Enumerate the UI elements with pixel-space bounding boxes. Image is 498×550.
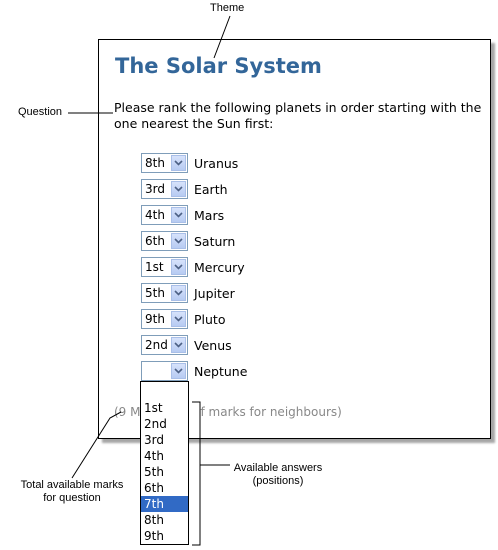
position-select-value: 6th [145, 234, 165, 248]
dropdown-option[interactable]: 2nd [141, 416, 188, 432]
position-select-value: 8th [145, 156, 165, 170]
position-select-value: 5th [145, 286, 165, 300]
planet-label: Venus [194, 337, 232, 353]
answer-row: 3rd Earth [141, 179, 228, 199]
answer-row: 1st Mercury [141, 257, 245, 277]
chevron-down-icon[interactable] [171, 259, 186, 275]
planet-label: Saturn [194, 233, 236, 249]
chevron-down-icon[interactable] [171, 181, 186, 197]
quiz-panel: The Solar System Please rank the followi… [98, 39, 491, 439]
chevron-down-icon[interactable] [171, 233, 186, 249]
chevron-down-icon[interactable] [171, 207, 186, 223]
chevron-down-icon[interactable] [171, 285, 186, 301]
position-select-value: 3rd [145, 182, 165, 196]
chevron-down-icon[interactable] [171, 155, 186, 171]
chevron-down-icon[interactable] [171, 337, 186, 353]
dropdown-option[interactable]: 3rd [141, 432, 188, 448]
dropdown-option[interactable]: 5th [141, 464, 188, 480]
position-select-value: 4th [145, 208, 165, 222]
position-select[interactable]: 2nd [141, 335, 188, 355]
answer-row: 6th Saturn [141, 231, 235, 251]
answer-row: 4th Mars [141, 205, 224, 225]
quiz-title: The Solar System [115, 54, 322, 78]
dropdown-option[interactable]: 4th [141, 448, 188, 464]
answer-row: Neptune [141, 361, 247, 381]
dropdown-option[interactable]: 9th [141, 528, 188, 544]
dropdown-option[interactable]: 1st [141, 400, 188, 416]
position-select-value: 1st [145, 260, 164, 274]
position-select[interactable] [141, 361, 188, 381]
position-select[interactable]: 3rd [141, 179, 188, 199]
answer-row: 5th Jupiter [141, 283, 235, 303]
position-select-value: 2nd [145, 338, 168, 352]
planet-label: Earth [194, 181, 228, 197]
callout-theme: Theme [210, 2, 245, 14]
planet-label: Pluto [194, 311, 226, 327]
position-select[interactable]: 9th [141, 309, 188, 329]
callout-total-marks: Total available marks for question [20, 479, 124, 504]
answer-row: 2nd Venus [141, 335, 232, 355]
dropdown-option[interactable]: 8th [141, 512, 188, 528]
planet-label: Mercury [194, 259, 245, 275]
marks-note-left: (9 M [114, 405, 141, 419]
answer-row: 9th Pluto [141, 309, 225, 329]
callout-available-answers: Available answers (positions) [233, 462, 323, 487]
marks-note-right: f marks for neighbours) [200, 405, 342, 419]
position-dropdown-list[interactable]: 1st 2nd 3rd 4th 5th 6th 7th 8th 9th [140, 381, 189, 545]
planet-label: Jupiter [194, 285, 235, 301]
dropdown-option[interactable]: 7th [141, 496, 188, 512]
position-select[interactable]: 1st [141, 257, 188, 277]
callout-question: Question [18, 106, 63, 118]
position-select[interactable]: 4th [141, 205, 188, 225]
answer-row: 8th Uranus [141, 153, 238, 173]
chevron-down-icon[interactable] [171, 363, 186, 379]
chevron-down-icon[interactable] [171, 311, 186, 327]
planet-label: Mars [194, 207, 225, 223]
question-text: Please rank the following planets in ord… [114, 100, 482, 131]
position-select[interactable]: 5th [141, 283, 188, 303]
planet-label: Neptune [194, 363, 248, 379]
position-select-value: 9th [145, 312, 165, 326]
dropdown-option[interactable]: 6th [141, 480, 188, 496]
position-select[interactable]: 6th [141, 231, 188, 251]
position-select[interactable]: 8th [141, 153, 188, 173]
planet-label: Uranus [194, 155, 239, 171]
